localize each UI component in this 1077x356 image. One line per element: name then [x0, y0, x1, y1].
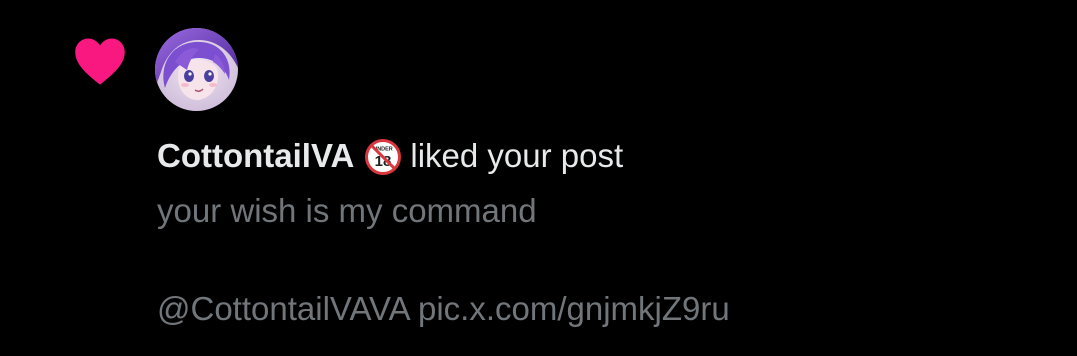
media-link[interactable]: pic.x.com/gnjmkjZ9ru [418, 290, 730, 327]
avatar-image [155, 28, 238, 111]
action-text: liked your post [410, 137, 624, 174]
heart-icon [75, 38, 125, 85]
user-display-name[interactable]: CottontailVA [157, 137, 354, 175]
notification-headline: CottontailVA UNDER 18 liked your post [157, 133, 623, 179]
avatar[interactable] [155, 28, 238, 111]
post-text[interactable]: your wish is my command [157, 192, 537, 230]
mention-link[interactable]: @CottontailVAVA [157, 290, 409, 327]
post-links: @CottontailVAVA pic.x.com/gnjmkjZ9ru [157, 290, 730, 328]
no-under-18-icon: UNDER 18 [365, 139, 402, 175]
like-notification[interactable]: CottontailVA UNDER 18 liked your post yo… [0, 0, 1077, 356]
